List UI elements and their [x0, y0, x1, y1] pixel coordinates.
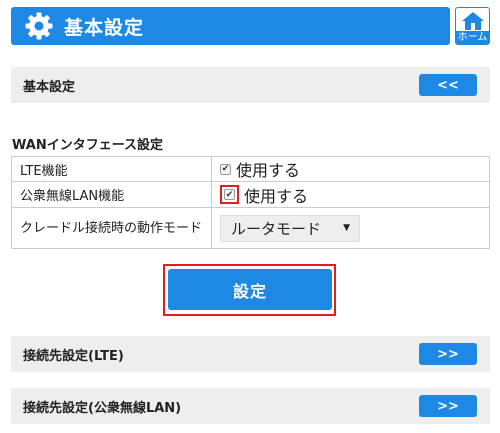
home-button[interactable]: ホーム: [455, 7, 490, 45]
cradle-mode-value: ルータモード ▼: [211, 207, 490, 249]
table-row: LTE機能 ✔ 使用する: [11, 156, 490, 182]
home-label: ホーム: [456, 31, 489, 44]
home-icon: [461, 12, 484, 30]
page-header: 基本設定: [11, 7, 450, 45]
expand-lte-button[interactable]: >>: [419, 343, 477, 365]
section-wlan-connection[interactable]: 接続先設定(公衆無線LAN) >>: [11, 388, 490, 424]
lte-function-label: LTE機能: [11, 156, 212, 182]
section-wlan-label: 接続先設定(公衆無線LAN): [23, 400, 182, 416]
section-basic-settings: 基本設定 <<: [11, 67, 490, 103]
collapse-button[interactable]: <<: [419, 74, 477, 96]
public-wlan-label: 公衆無線LAN機能: [11, 181, 212, 208]
checkbox-highlight: ✔: [220, 185, 239, 204]
section-basic-label: 基本設定: [23, 79, 76, 95]
public-wlan-use-label: 使用する: [244, 186, 309, 206]
gear-icon: [25, 12, 53, 40]
table-row: クレードル接続時の動作モード ルータモード ▼: [11, 207, 490, 249]
section-lte-connection[interactable]: 接続先設定(LTE) >>: [11, 336, 490, 372]
expand-wlan-button[interactable]: >>: [419, 395, 477, 417]
section-lte-label: 接続先設定(LTE): [23, 348, 124, 364]
cradle-mode-label: クレードル接続時の動作モード: [11, 207, 212, 249]
lte-use-label: 使用する: [236, 161, 301, 180]
wan-heading: WANインタフェース設定: [12, 138, 164, 153]
public-wlan-value: ✔ 使用する: [211, 181, 490, 208]
lte-checkbox[interactable]: ✔: [220, 163, 231, 175]
operation-mode-select[interactable]: ルータモード ▼: [220, 214, 360, 242]
public-wlan-checkbox[interactable]: ✔: [224, 189, 235, 200]
submit-button[interactable]: 設定: [168, 269, 332, 310]
operation-mode-value: ルータモード: [231, 219, 322, 238]
wan-settings-table: LTE機能 ✔ 使用する 公衆無線LAN機能 ✔ 使用する クレードル接続時の動…: [11, 156, 490, 249]
page-title: 基本設定: [64, 16, 145, 39]
table-row: 公衆無線LAN機能 ✔ 使用する: [11, 181, 490, 208]
dropdown-arrow-icon: ▼: [343, 223, 350, 233]
lte-function-value: ✔ 使用する: [211, 156, 490, 182]
